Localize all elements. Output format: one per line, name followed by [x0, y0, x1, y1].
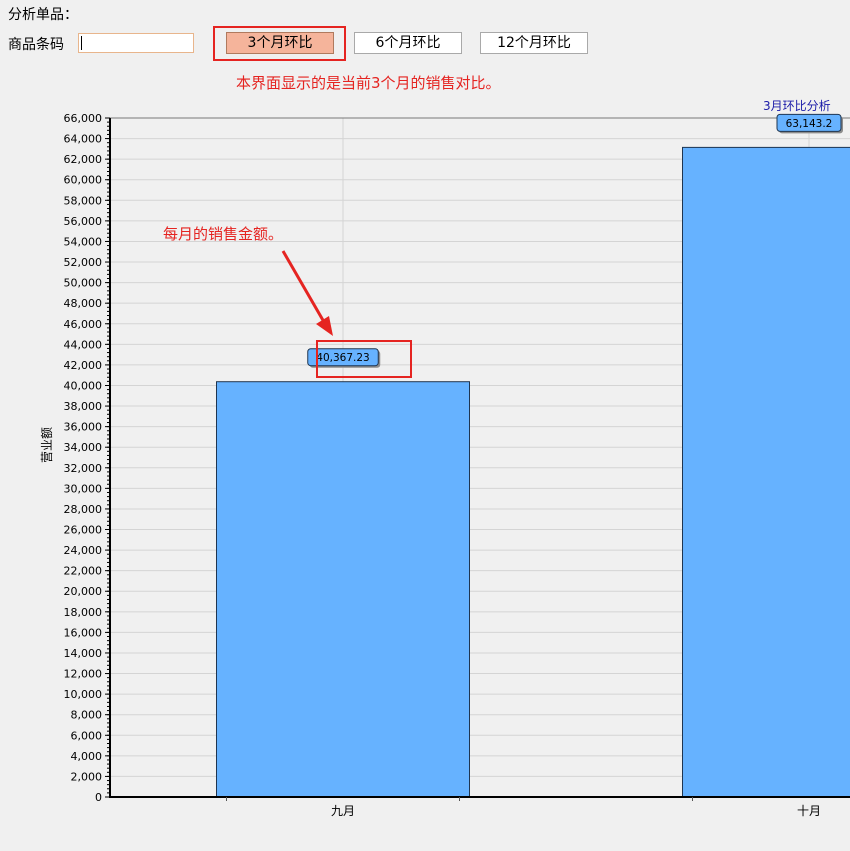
- data-label-text: 63,143.2: [786, 118, 833, 130]
- y-tick-label: 22,000: [64, 565, 103, 578]
- y-tick-label: 50,000: [64, 277, 103, 290]
- y-tick-label: 14,000: [64, 647, 103, 660]
- y-tick-label: 36,000: [64, 421, 103, 434]
- y-tick-label: 18,000: [64, 606, 103, 619]
- y-tick-label: 62,000: [64, 153, 103, 166]
- y-tick-label: 34,000: [64, 441, 103, 454]
- bar-0: [216, 381, 470, 798]
- x-tick-label: 九月: [331, 804, 355, 818]
- highlight-box-value-label: [316, 340, 412, 378]
- y-tick-label: 10,000: [64, 688, 103, 701]
- y-tick-label: 54,000: [64, 235, 103, 248]
- y-tick-label: 4,000: [71, 750, 103, 763]
- y-tick-label: 56,000: [64, 215, 103, 228]
- y-tick-label: 16,000: [64, 626, 103, 639]
- y-tick-label: 28,000: [64, 503, 103, 516]
- y-tick-label: 12,000: [64, 668, 103, 681]
- y-tick-label: 64,000: [64, 133, 103, 146]
- y-axis-label: 营业额: [40, 427, 54, 463]
- y-tick-label: 48,000: [64, 297, 103, 310]
- y-tick-label: 2,000: [71, 770, 103, 783]
- y-tick-label: 40,000: [64, 379, 103, 392]
- y-tick-label: 20,000: [64, 585, 103, 598]
- y-tick-label: 6,000: [71, 729, 103, 742]
- bar-chart: 营业额 0 2,000 4,000 6,000 8,000 10,000 12,000 14,…: [40, 112, 850, 818]
- y-tick-label: 52,000: [64, 256, 103, 269]
- y-tick-label: 60,000: [64, 174, 103, 187]
- y-tick-label: 46,000: [64, 318, 103, 331]
- y-tick-label: 44,000: [64, 338, 103, 351]
- y-tick-label: 38,000: [64, 400, 103, 413]
- data-label-1: 63,143.2: [776, 113, 843, 134]
- monthly-note: 每月的销售金额。: [163, 225, 284, 243]
- y-tick-label: 26,000: [64, 524, 103, 537]
- y-tick-label: 30,000: [64, 482, 103, 495]
- x-tick-label: 十月: [797, 804, 821, 818]
- y-tick-label: 0: [95, 791, 102, 804]
- y-tick-label: 24,000: [64, 544, 103, 557]
- y-tick-label: 42,000: [64, 359, 103, 372]
- bar-1: [682, 146, 850, 798]
- y-tick-label: 32,000: [64, 462, 103, 475]
- y-tick-label: 66,000: [64, 112, 103, 125]
- y-tick-label: 8,000: [71, 709, 103, 722]
- y-tick-label: 58,000: [64, 194, 103, 207]
